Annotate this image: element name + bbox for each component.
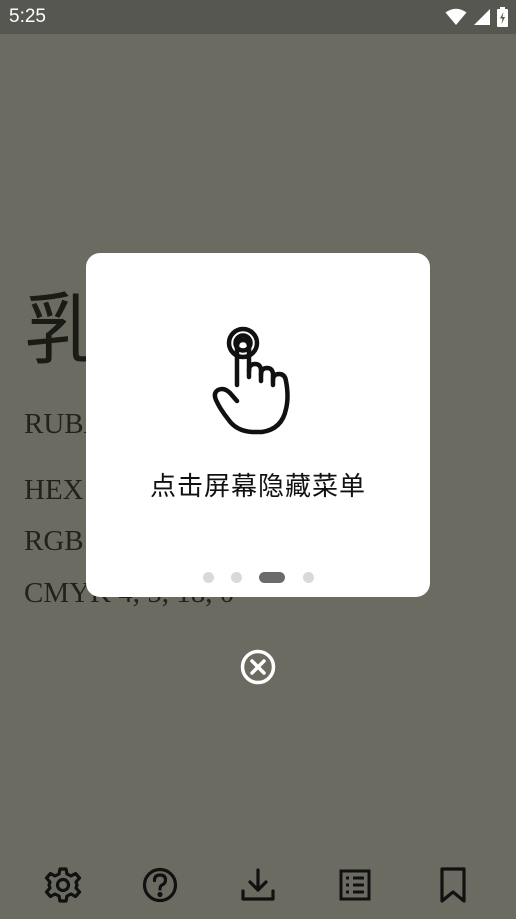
tap-hand-icon bbox=[206, 325, 306, 437]
close-button[interactable] bbox=[240, 649, 276, 685]
page-dot bbox=[203, 572, 214, 583]
help-button[interactable] bbox=[141, 866, 179, 904]
bookmark-icon bbox=[434, 867, 472, 908]
screen: 5:25 乳 RUBA HEX RGB CMYK 点击屏幕隐藏菜单 bbox=[0, 0, 516, 919]
help-icon bbox=[141, 867, 179, 908]
bottom-toolbar bbox=[0, 860, 516, 910]
battery-icon bbox=[497, 7, 508, 27]
wifi-icon bbox=[445, 8, 467, 26]
tutorial-dialog[interactable]: 点击屏幕隐藏菜单 bbox=[86, 253, 430, 597]
download-icon bbox=[239, 868, 277, 908]
download-button[interactable] bbox=[239, 866, 277, 904]
dialog-message: 点击屏幕隐藏菜单 bbox=[149, 472, 366, 502]
settings-icon bbox=[44, 867, 82, 908]
status-icons bbox=[445, 7, 508, 27]
settings-button[interactable] bbox=[44, 866, 82, 904]
page-indicator bbox=[86, 571, 430, 583]
signal-icon bbox=[473, 8, 491, 26]
page-dot bbox=[303, 572, 314, 583]
status-bar: 5:25 bbox=[0, 0, 516, 34]
list-icon bbox=[336, 869, 374, 908]
page-dot-active bbox=[259, 572, 285, 583]
bookmark-button[interactable] bbox=[434, 866, 472, 904]
close-circle-icon bbox=[240, 649, 276, 689]
status-time: 5:25 bbox=[9, 6, 46, 27]
page-dot bbox=[231, 572, 242, 583]
list-button[interactable] bbox=[336, 866, 374, 904]
color-rgb-label: RGB bbox=[24, 525, 84, 557]
color-hex-label: HEX bbox=[24, 474, 84, 506]
